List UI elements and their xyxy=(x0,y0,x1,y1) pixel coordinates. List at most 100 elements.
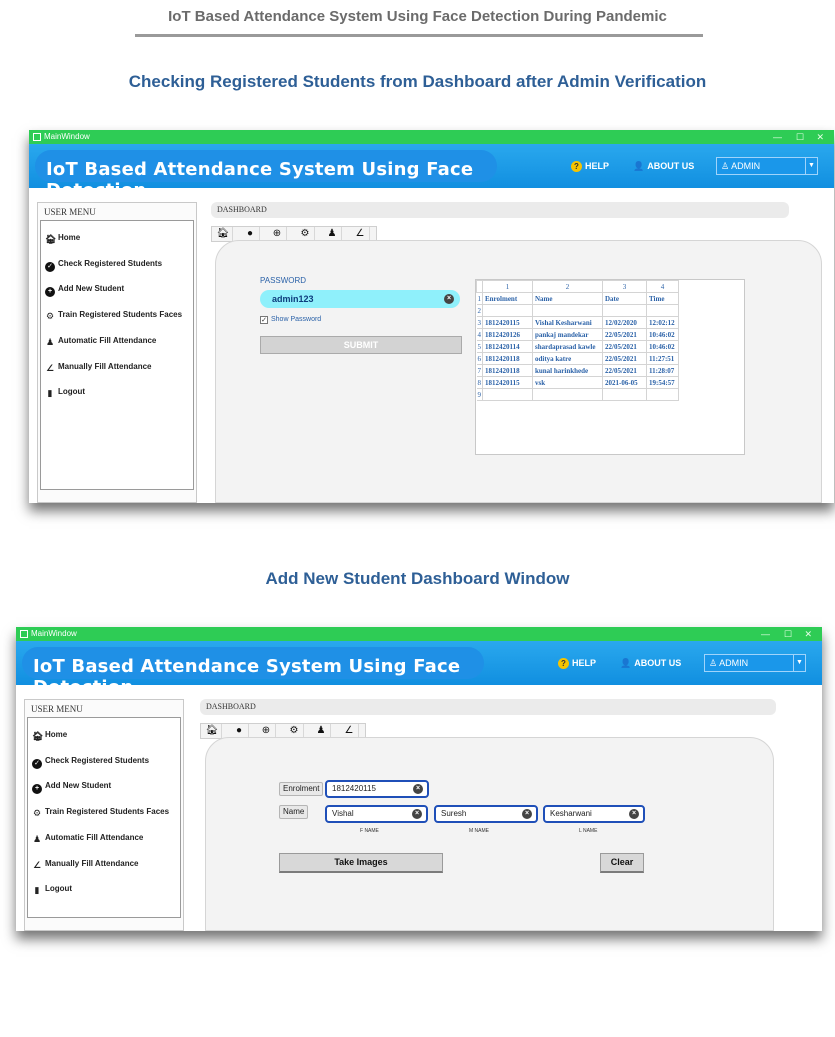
first-name-input[interactable]: Vishal × xyxy=(325,805,428,823)
sidebar-item-check-registered-students[interactable]: ✓ Check Registered Students xyxy=(45,259,162,272)
table-cell[interactable]: 10:46:02 xyxy=(646,328,679,341)
table-cell[interactable]: 2021-06-05 xyxy=(602,376,647,389)
about-us-link[interactable]: 👤 ABOUT US xyxy=(620,658,681,669)
table-cell[interactable] xyxy=(532,304,603,317)
table-cell[interactable]: 1812420115 xyxy=(482,316,533,329)
table-row[interactable]: 4 1812420126 pankaj mandekar 22/05/2021 10:4… xyxy=(476,328,679,341)
table-cell[interactable]: shardaprasad kawle xyxy=(532,340,603,353)
table-row[interactable]: 1 Enrolment Name Date Time xyxy=(476,292,679,305)
table-cell[interactable]: Name xyxy=(532,292,603,305)
minimize-button[interactable]: — xyxy=(773,130,782,144)
tab-gear-icon[interactable]: ⚙ xyxy=(285,724,304,738)
table-cell[interactable]: 22/05/2021 xyxy=(602,328,647,341)
table-cell[interactable]: 19:54:57 xyxy=(646,376,679,389)
submit-button[interactable]: SUBMIT xyxy=(260,336,462,354)
table-row[interactable]: 6 1812420118 oditya katre 22/05/2021 11:27:5… xyxy=(476,352,679,365)
table-cell[interactable] xyxy=(482,304,533,317)
sidebar-item-logout[interactable]: ▮ Logout xyxy=(32,884,73,895)
sidebar-item-train-faces[interactable]: ⚙ Train Registered Students Faces xyxy=(32,807,169,818)
maximize-button[interactable]: ☐ xyxy=(784,627,792,641)
sidebar-item-check-registered-students[interactable]: ✓ Check Registered Students xyxy=(32,756,149,769)
column-header[interactable]: 3 xyxy=(602,280,647,293)
tab-gear-icon[interactable]: ⚙ xyxy=(296,227,315,241)
user-role-select[interactable]: ♙ ADMIN ▼ xyxy=(704,654,806,672)
table-cell[interactable]: 22/05/2021 xyxy=(602,364,647,377)
table-cell[interactable]: 1812420118 xyxy=(482,352,533,365)
table-cell[interactable]: Vishal Kesharwani xyxy=(532,316,603,329)
table-cell[interactable] xyxy=(602,388,647,401)
table-cell[interactable] xyxy=(532,388,603,401)
table-cell[interactable]: Time xyxy=(646,292,679,305)
clear-icon[interactable]: × xyxy=(522,809,532,819)
table-row[interactable]: 7 1812420118 kunal harinkhede 22/05/2021 11:… xyxy=(476,364,679,377)
clear-button[interactable]: Clear xyxy=(600,853,644,873)
table-cell[interactable]: 12:02:12 xyxy=(646,316,679,329)
tab-user-badge-icon[interactable]: ♟ xyxy=(312,724,331,738)
table-cell[interactable]: 22/05/2021 xyxy=(602,340,647,353)
table-cell[interactable]: 1812420118 xyxy=(482,364,533,377)
enrolment-input[interactable]: 1812420115 × xyxy=(325,780,429,798)
table-cell[interactable] xyxy=(482,388,533,401)
table-cell[interactable]: vsk xyxy=(532,376,603,389)
table-cell[interactable]: 11:28:07 xyxy=(646,364,679,377)
table-cell[interactable]: 22/05/2021 xyxy=(602,352,647,365)
take-images-button[interactable]: Take Images xyxy=(279,853,443,873)
tab-home-icon[interactable]: 🏠︎ xyxy=(203,724,222,738)
maximize-button[interactable]: ☐ xyxy=(796,130,804,144)
table-cell[interactable]: Enrolment xyxy=(482,292,533,305)
column-header[interactable]: 1 xyxy=(482,280,533,293)
sidebar-item-add-new-student[interactable]: + Add New Student xyxy=(45,284,124,297)
table-row[interactable]: 3 1812420115 Vishal Kesharwani 12/02/2020 12… xyxy=(476,316,679,329)
tab-plus-circle-icon[interactable]: ⊕ xyxy=(268,227,287,241)
password-input[interactable]: admin123 × xyxy=(260,290,460,308)
tab-check-circle-icon[interactable]: ● xyxy=(241,227,260,241)
table-row[interactable]: 9 xyxy=(476,388,679,401)
sidebar-item-train-faces[interactable]: ⚙ Train Registered Students Faces xyxy=(45,310,182,321)
show-password-checkbox[interactable]: ✓ Show Password xyxy=(260,316,321,324)
table-cell[interactable]: oditya katre xyxy=(532,352,603,365)
help-link[interactable]: ? HELP xyxy=(571,161,609,172)
tab-home-icon[interactable]: 🏠︎ xyxy=(214,227,233,241)
middle-name-input[interactable]: Suresh × xyxy=(434,805,538,823)
table-cell[interactable]: 1812420114 xyxy=(482,340,533,353)
table-row[interactable]: 8 1812420115 vsk 2021-06-05 19:54:57 xyxy=(476,376,679,389)
table-cell[interactable]: 1812420126 xyxy=(482,328,533,341)
table-cell[interactable]: pankaj mandekar xyxy=(532,328,603,341)
table-cell[interactable]: 1812420115 xyxy=(482,376,533,389)
sidebar-item-add-new-student[interactable]: + Add New Student xyxy=(32,781,111,794)
help-link[interactable]: ? HELP xyxy=(558,658,596,669)
clear-icon[interactable]: × xyxy=(444,294,454,304)
table-cell[interactable] xyxy=(646,388,679,401)
close-button[interactable]: ✕ xyxy=(804,627,812,641)
sidebar-item-automatic-attendance[interactable]: ♟ Automatic Fill Attendance xyxy=(32,833,143,844)
table-cell[interactable] xyxy=(646,304,679,317)
about-us-link[interactable]: 👤 ABOUT US xyxy=(633,161,694,172)
sidebar-item-automatic-attendance[interactable]: ♟ Automatic Fill Attendance xyxy=(45,336,156,347)
table-cell[interactable]: 10:46:02 xyxy=(646,340,679,353)
table-cell[interactable] xyxy=(602,304,647,317)
tab-plus-circle-icon[interactable]: ⊕ xyxy=(257,724,276,738)
close-button[interactable]: ✕ xyxy=(816,130,824,144)
tab-check-circle-icon[interactable]: ● xyxy=(230,724,249,738)
minimize-button[interactable]: — xyxy=(761,627,770,641)
tab-user-badge-icon[interactable]: ♟ xyxy=(323,227,342,241)
sidebar-item-home[interactable]: 🏠︎ Home xyxy=(32,730,67,741)
sidebar-item-manual-attendance[interactable]: ∠ Manually Fill Attendance xyxy=(45,362,152,373)
table-cell[interactable]: 11:27:51 xyxy=(646,352,679,365)
user-role-select[interactable]: ♙ ADMIN ▼ xyxy=(716,157,818,175)
last-name-input[interactable]: Kesharwani × xyxy=(543,805,645,823)
clear-icon[interactable]: × xyxy=(413,784,423,794)
sidebar-item-home[interactable]: 🏠︎ Home xyxy=(45,233,80,244)
table-cell[interactable]: 12/02/2020 xyxy=(602,316,647,329)
table-cell[interactable]: Date xyxy=(602,292,647,305)
sidebar-item-logout[interactable]: ▮ Logout xyxy=(45,387,86,398)
column-header[interactable]: 4 xyxy=(646,280,679,293)
table-row[interactable]: 5 1812420114 shardaprasad kawle 22/05/2021 1… xyxy=(476,340,679,353)
column-header[interactable]: 2 xyxy=(532,280,603,293)
table-row[interactable]: 2 xyxy=(476,304,679,317)
clear-icon[interactable]: × xyxy=(412,809,422,819)
table-cell[interactable]: kunal harinkhede xyxy=(532,364,603,377)
sidebar-item-manual-attendance[interactable]: ∠ Manually Fill Attendance xyxy=(32,859,139,870)
tab-pencil-icon[interactable]: ∠ xyxy=(340,724,359,738)
tab-pencil-icon[interactable]: ∠ xyxy=(351,227,370,241)
